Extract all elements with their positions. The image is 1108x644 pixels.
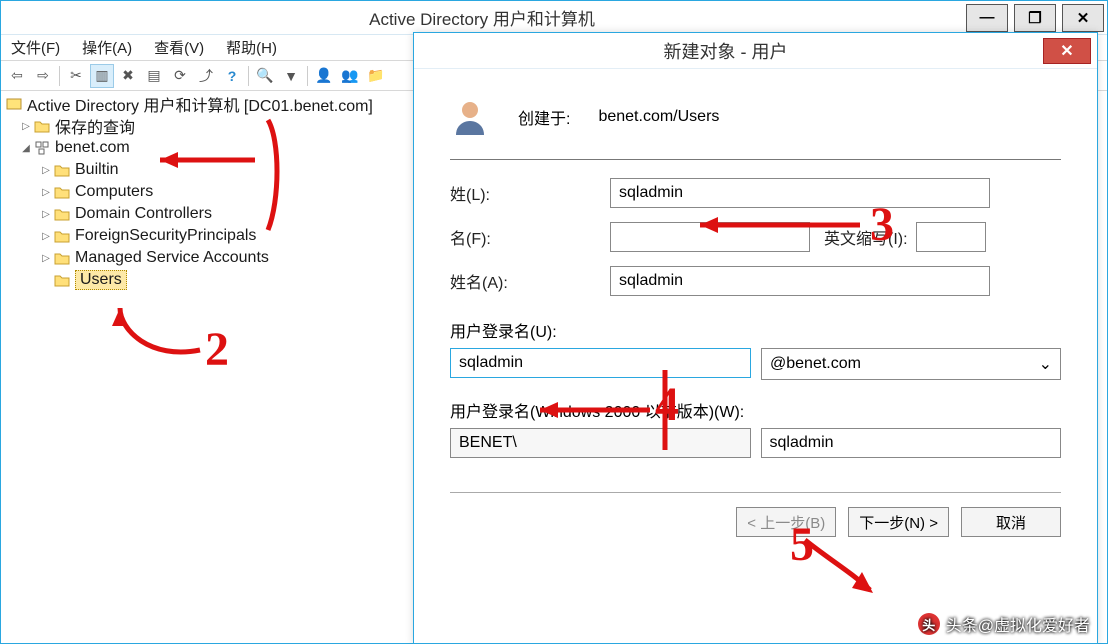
tree-msa[interactable]: ▷ Managed Service Accounts xyxy=(5,247,445,269)
show-hide-tree-icon[interactable]: ▥ xyxy=(90,64,114,88)
new-ou-icon[interactable]: 📁 xyxy=(364,64,388,88)
nt-domain-input xyxy=(450,428,751,458)
main-titlebar: Active Directory 用户和计算机 — ❐ ✕ xyxy=(1,1,1107,35)
tree-label: Computers xyxy=(75,183,153,201)
ou-icon xyxy=(53,205,71,223)
divider xyxy=(450,492,1061,493)
first-name-input[interactable] xyxy=(610,222,810,252)
new-user-icon[interactable]: 👤 xyxy=(312,64,336,88)
logon-name-label: 用户登录名(U): xyxy=(450,318,1061,342)
dialog-titlebar: 新建对象 - 用户 ✕ xyxy=(414,33,1097,69)
minimize-button[interactable]: — xyxy=(966,4,1008,32)
folder-icon xyxy=(53,249,71,267)
logon-name-input[interactable] xyxy=(450,348,751,378)
tree-root-label: Active Directory 用户和计算机 [DC01.benet.com] xyxy=(27,92,373,116)
forward-icon[interactable]: ⇨ xyxy=(31,64,55,88)
tree-saved-queries[interactable]: ▷ 保存的查询 xyxy=(5,115,445,137)
menu-help[interactable]: 帮助(H) xyxy=(222,35,281,60)
watermark-text: 头条@虚拟化爱好者 xyxy=(946,612,1090,636)
new-user-dialog: 新建对象 - 用户 ✕ 创建于: benet.com/Users 姓(L): 名… xyxy=(413,32,1098,644)
initials-input[interactable] xyxy=(916,222,986,252)
created-in-value: benet.com/Users xyxy=(598,108,719,126)
user-head-icon xyxy=(450,97,490,137)
expand-icon[interactable]: ▷ xyxy=(39,165,53,176)
chevron-down-icon: ⌄ xyxy=(1039,354,1052,374)
initials-label: 英文缩写(I): xyxy=(824,225,908,249)
expand-icon[interactable]: ▷ xyxy=(39,209,53,220)
new-group-icon[interactable]: 👥 xyxy=(338,64,362,88)
tree-panel: Active Directory 用户和计算机 [DC01.benet.com]… xyxy=(5,93,445,633)
close-button[interactable]: ✕ xyxy=(1062,4,1104,32)
tree-label: Domain Controllers xyxy=(75,205,212,223)
cancel-button[interactable]: 取消 xyxy=(961,507,1061,537)
tree-domain[interactable]: ◢ benet.com xyxy=(5,137,445,159)
expand-icon[interactable]: ▷ xyxy=(19,121,33,132)
menu-view[interactable]: 查看(V) xyxy=(150,35,208,60)
menu-action[interactable]: 操作(A) xyxy=(78,35,136,60)
domain-suffix-select[interactable]: @benet.com ⌄ xyxy=(761,348,1061,380)
back-icon[interactable]: ⇦ xyxy=(5,64,29,88)
full-name-input[interactable] xyxy=(610,266,990,296)
divider xyxy=(450,159,1061,160)
folder-icon xyxy=(53,161,71,179)
first-name-label: 名(F): xyxy=(450,225,610,249)
main-window-title: Active Directory 用户和计算机 xyxy=(1,5,963,30)
dialog-header: 创建于: benet.com/Users xyxy=(450,87,1061,147)
tree-label: Users xyxy=(75,270,127,290)
watermark: 头 头条@虚拟化爱好者 xyxy=(918,612,1090,636)
full-name-label: 姓名(A): xyxy=(450,269,610,293)
collapse-icon[interactable]: ◢ xyxy=(19,143,33,154)
tree-label: 保存的查询 xyxy=(55,114,135,138)
delete-icon[interactable]: ✖ xyxy=(116,64,140,88)
last-name-input[interactable] xyxy=(610,178,990,208)
refresh-icon[interactable]: ⟳ xyxy=(168,64,192,88)
tree-fsp[interactable]: ▷ ForeignSecurityPrincipals xyxy=(5,225,445,247)
domain-icon xyxy=(33,139,51,157)
tree-label: Managed Service Accounts xyxy=(75,249,269,267)
cut-icon[interactable]: ✂ xyxy=(64,64,88,88)
tree-label: ForeignSecurityPrincipals xyxy=(75,227,256,245)
tree-label: benet.com xyxy=(55,139,130,157)
created-in-label: 创建于: xyxy=(518,105,570,129)
last-name-label: 姓(L): xyxy=(450,181,610,205)
folder-icon xyxy=(53,271,71,289)
dialog-title: 新建对象 - 用户 xyxy=(414,38,1037,64)
expand-icon[interactable]: ▷ xyxy=(39,253,53,264)
help-icon[interactable]: ? xyxy=(220,64,244,88)
find-icon[interactable]: 🔍 xyxy=(253,64,277,88)
properties-icon[interactable]: ▤ xyxy=(142,64,166,88)
nt-user-input[interactable] xyxy=(761,428,1062,458)
dialog-close-button[interactable]: ✕ xyxy=(1043,38,1091,64)
filter-icon[interactable]: ▼ xyxy=(279,64,303,88)
maximize-button[interactable]: ❐ xyxy=(1014,4,1056,32)
tree-label: Builtin xyxy=(75,161,119,179)
tree-domain-controllers[interactable]: ▷ Domain Controllers xyxy=(5,203,445,225)
expand-icon[interactable]: ▷ xyxy=(39,231,53,242)
expand-icon[interactable]: ▷ xyxy=(39,187,53,198)
domain-suffix-value: @benet.com xyxy=(770,355,861,373)
tree-computers[interactable]: ▷ Computers xyxy=(5,181,445,203)
back-button[interactable]: < 上一步(B) xyxy=(736,507,836,537)
tree-root-node[interactable]: Active Directory 用户和计算机 [DC01.benet.com] xyxy=(5,93,445,115)
logon-nt-label: 用户登录名(Windows 2000 以前版本)(W): xyxy=(450,398,1061,422)
folder-icon xyxy=(53,183,71,201)
tree-builtin[interactable]: ▷ Builtin xyxy=(5,159,445,181)
export-icon[interactable]: ⤴ xyxy=(194,64,218,88)
toutiao-icon: 头 xyxy=(918,613,940,635)
next-button[interactable]: 下一步(N) > xyxy=(848,507,949,537)
folder-icon xyxy=(53,227,71,245)
folder-icon xyxy=(33,117,51,135)
tree-users[interactable]: Users xyxy=(5,269,445,291)
aduc-root-icon xyxy=(5,95,23,113)
menu-file[interactable]: 文件(F) xyxy=(7,35,64,60)
